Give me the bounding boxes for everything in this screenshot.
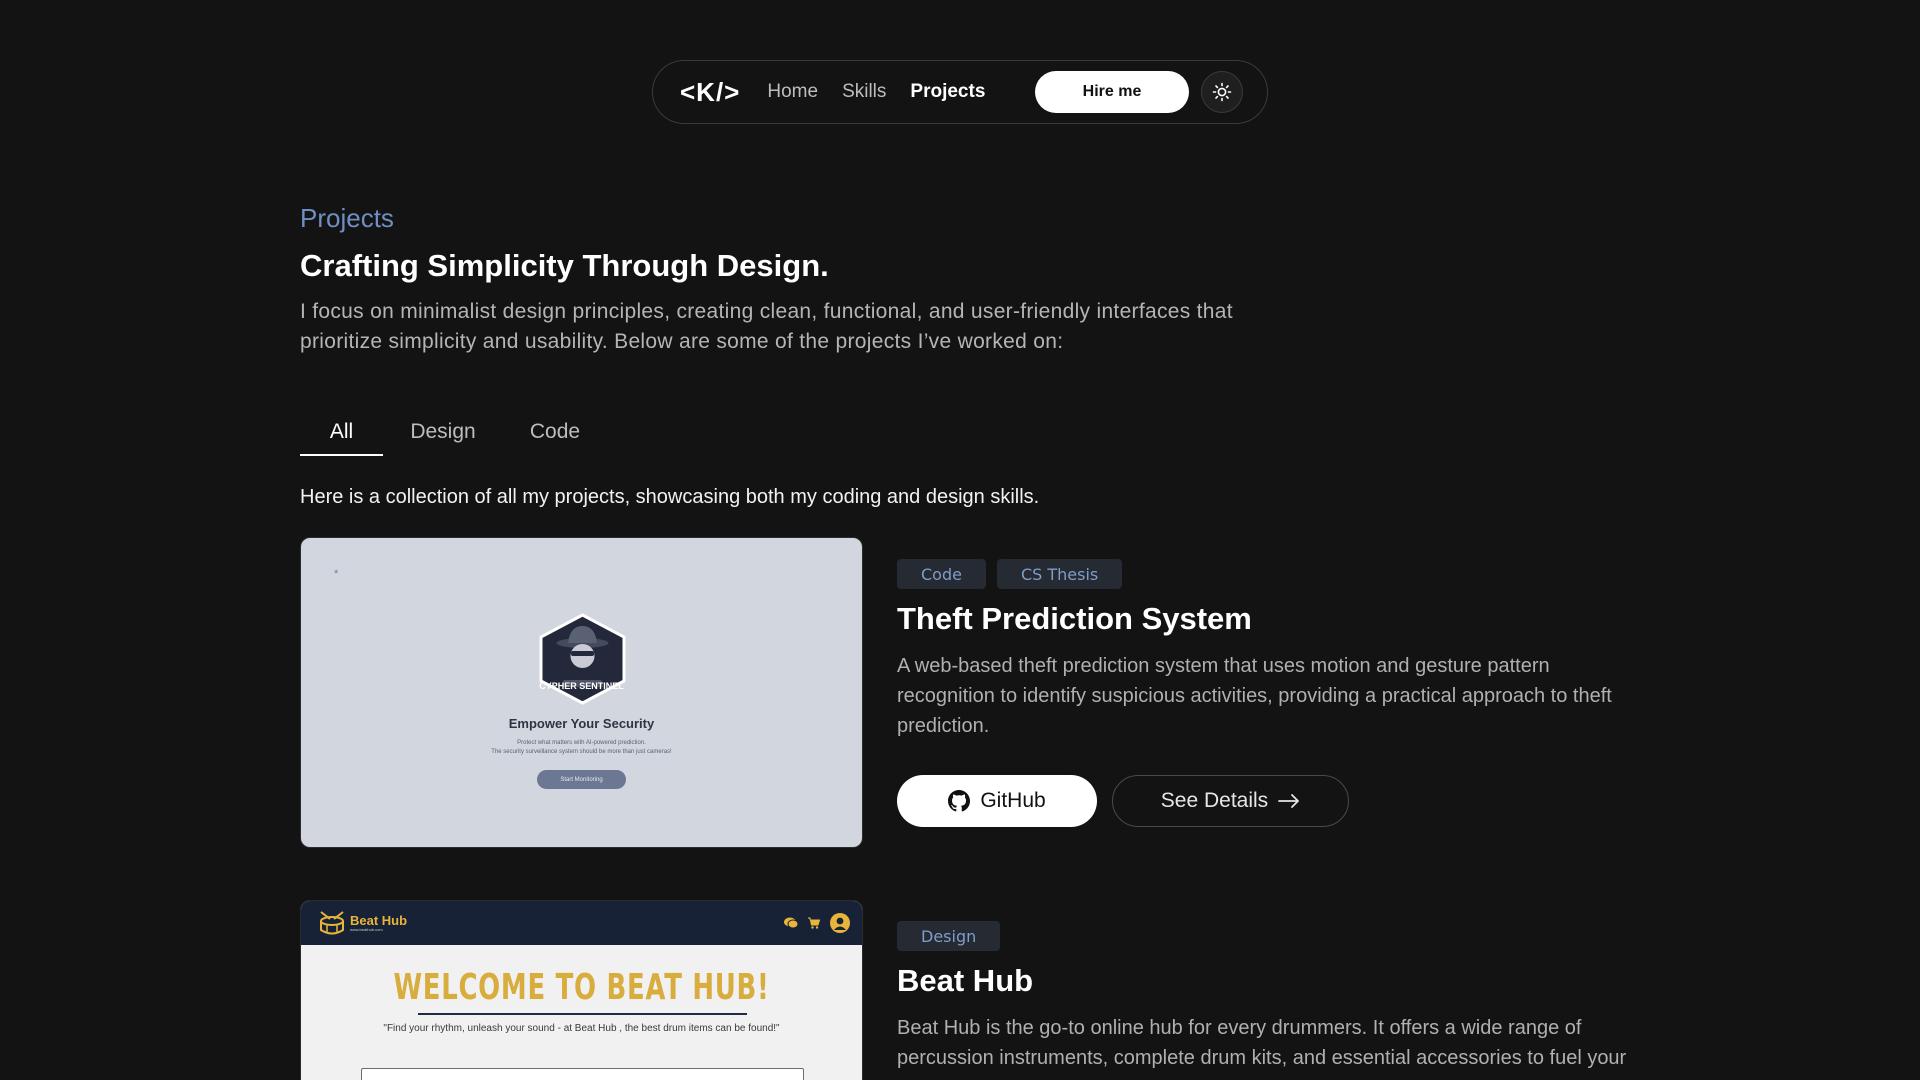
project-tags: Code CS Thesis (897, 559, 1637, 589)
see-details-button[interactable]: See Details (1112, 775, 1349, 827)
project-tags: Design (897, 921, 1637, 951)
thumbnail-subtitle: Protect what matters with AI-powered pre… (301, 739, 862, 757)
thumbnail-header: Beat Hub www.beathub.com (301, 901, 862, 945)
github-icon (948, 790, 971, 812)
collection-description: Here is a collection of all my projects,… (300, 486, 1040, 508)
tab-code[interactable]: Code (503, 412, 607, 456)
thumbnail-title: Empower Your Security (508, 716, 655, 731)
thumbnail-subtitle-line-2: The security surveillance system should … (491, 749, 672, 755)
project-title: Theft Prediction System (897, 601, 1252, 636)
project-actions: GitHub See Details (897, 775, 1349, 827)
spy-shield-logo-icon (539, 613, 626, 705)
drum-icon (320, 911, 344, 935)
user-icon (830, 913, 850, 933)
section-eyebrow: Projects (300, 203, 394, 233)
nav-link-projects[interactable]: Projects (910, 81, 985, 103)
thumbnail-logo: Beat Hub www.beathub.com (318, 910, 407, 936)
thumbnail-brand: CYPHER SENTINEL (539, 681, 624, 691)
tab-design[interactable]: Design (383, 412, 503, 456)
nav-link-home[interactable]: Home (767, 81, 818, 103)
thumbnail-start-button: Start Monitoring (537, 770, 626, 789)
sun-icon (1212, 82, 1232, 102)
navbar: <K/> Home Skills Projects Hire me (652, 60, 1268, 124)
page-title: Crafting Simplicity Through Design. (300, 248, 829, 283)
tab-all[interactable]: All (300, 412, 383, 456)
tag-design: Design (897, 921, 1001, 951)
thumbnail-underline (418, 1013, 747, 1015)
see-details-label: See Details (1160, 789, 1269, 812)
project-thumbnail-theft-prediction[interactable]: * CYPHER SENTINEL Empower Your Security … (300, 537, 863, 848)
thumbnail-quote: "Find your rhythm, unleash your sound - … (383, 1023, 780, 1034)
arrow-right-icon (1278, 794, 1300, 808)
thumbnail-welcome: WELCOME TO BEAT HUB! (393, 967, 770, 1008)
chat-icon (784, 917, 798, 929)
github-button[interactable]: GitHub (897, 775, 1097, 827)
thumbnail-logo-text: Beat Hub www.beathub.com (350, 914, 407, 932)
tag-cs-thesis: CS Thesis (996, 559, 1123, 589)
filter-tabs: All Design Code (300, 412, 607, 456)
nav-link-skills[interactable]: Skills (842, 81, 886, 103)
project-info-theft-prediction: Code CS Thesis Theft Prediction System A… (897, 559, 1637, 741)
thumbnail-subtitle-line-1: Protect what matters with AI-powered pre… (517, 740, 646, 746)
github-label: GitHub (980, 789, 1046, 812)
hire-me-button[interactable]: Hire me (1035, 71, 1189, 113)
thumbnail-search-bar (361, 1068, 804, 1080)
project-description: A web-based theft prediction system that… (897, 655, 1612, 737)
thumbnail-dot: * (334, 568, 339, 580)
project-info-beat-hub: Design Beat Hub Beat Hub is the go-to on… (897, 921, 1637, 1073)
project-description: Beat Hub is the go-to online hub for eve… (897, 1017, 1627, 1069)
thumbnail-header-icons (784, 913, 850, 933)
project-title: Beat Hub (897, 963, 1034, 998)
intro-text: I focus on minimalist design principles,… (300, 300, 1233, 353)
project-thumbnail-beat-hub[interactable]: Beat Hub www.beathub.com WELCOME TO BEAT… (300, 900, 863, 1080)
thumbnail-logo-name: Beat Hub (350, 913, 408, 928)
theme-toggle-button[interactable] (1201, 71, 1243, 113)
tag-code: Code (897, 559, 986, 589)
cart-icon (808, 917, 820, 929)
logo[interactable]: <K/> (680, 77, 740, 108)
